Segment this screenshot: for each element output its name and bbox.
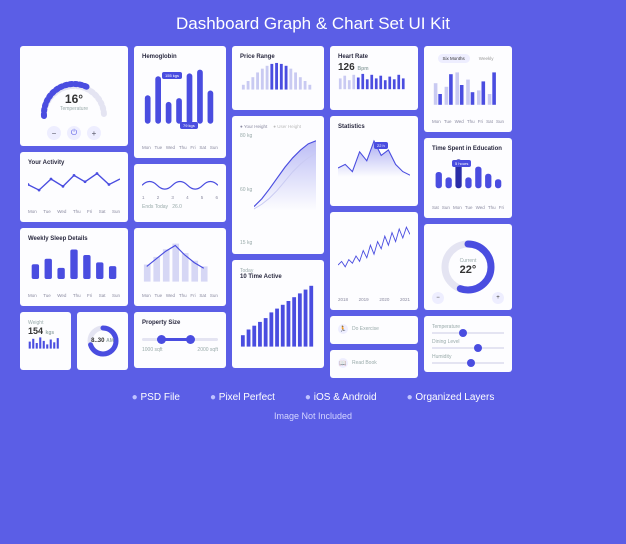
- sliders-card: Temperature Dining Level Humidity: [424, 316, 512, 372]
- heart-rate-card: Heart Rate 126 Bpm: [330, 46, 418, 110]
- price-title: Price Range: [240, 54, 316, 60]
- time-active-sub: 10 Time Active: [240, 274, 316, 280]
- heart-bars-icon: [338, 73, 410, 91]
- page-title: Dashboard Graph & Chart Set UI Kit: [176, 14, 450, 34]
- tab-weekly[interactable]: Weekly: [474, 54, 499, 63]
- task-a-card: 🏃Do Exercise: [330, 316, 418, 344]
- exercise-icon: 🏃: [338, 324, 348, 334]
- minus-icon[interactable]: −: [47, 126, 61, 140]
- education-card: Time Spent in Education 5 hours SatSunMo…: [424, 138, 512, 218]
- badge-high: 155 kgs: [162, 72, 182, 79]
- feature: Organized Layers: [407, 392, 495, 403]
- days-axis: MonTueWedThuFriSatSun: [142, 145, 218, 150]
- sleep-title: Weekly Sleep Details: [28, 236, 120, 242]
- plus-icon[interactable]: +: [87, 126, 101, 140]
- donut-small-card: 8..30 AM: [77, 312, 128, 370]
- book-icon: 📖: [338, 358, 348, 368]
- stats-peak: 22 h: [374, 142, 388, 149]
- activity-title: Your Activity: [28, 160, 120, 166]
- yearly-line-icon: [338, 220, 410, 274]
- minus-icon[interactable]: −: [432, 292, 444, 304]
- height-lines-icon: [254, 133, 316, 211]
- property-card: Property Size 1000 sqft2000 sqft: [134, 312, 226, 368]
- price-range-card: Price Range: [232, 46, 324, 110]
- activity-card: Your Activity MonTueWedThuFriSatSun: [20, 152, 128, 222]
- slider-handle[interactable]: [157, 335, 166, 344]
- donut-value: 8..30 AM: [91, 338, 114, 344]
- stats-title: Statistics: [338, 124, 410, 130]
- price-bars-icon: [240, 62, 316, 91]
- slider-handle[interactable]: [186, 335, 195, 344]
- tab-six-months[interactable]: Six Months: [438, 54, 470, 63]
- slider-handle[interactable]: [467, 359, 475, 367]
- days-axis: MonTueWedThuFriSatSun: [142, 293, 218, 298]
- years-axis: 2018201920202021: [338, 297, 410, 302]
- weight-card: Weight 154 kgs: [20, 312, 71, 370]
- stats-area-icon: [338, 132, 410, 177]
- gauge-label: Temperature: [60, 106, 88, 112]
- hemoglobin-title: Hemoglobin: [142, 54, 218, 60]
- footer-note: Image Not Included: [274, 411, 352, 421]
- education-badge: 5 hours: [452, 160, 471, 167]
- temperature-gauge-card: 16° Temperature − ⏻ +: [20, 46, 128, 146]
- time-active-card: Today 10 Time Active: [232, 260, 324, 368]
- badge-low: 79 kgs: [180, 122, 198, 129]
- power-icon[interactable]: ⏻: [67, 126, 81, 140]
- sleep-bars-icon: [28, 244, 120, 281]
- gauge-value: 16°: [65, 92, 83, 106]
- height-card: ● Your Height● User Height 80 kg 60 kg 1…: [232, 116, 324, 254]
- days-axis: MonTueWedThuFriSatSun: [432, 119, 504, 124]
- mini-wave-card: 123456 Ends Today 26.0: [134, 164, 226, 222]
- temp-donut-card: Current22° − +: [424, 224, 512, 310]
- days-axis: SatSunMonTueWedThuFri: [432, 205, 504, 210]
- sleep-card: Weekly Sleep Details MonTueWedThuFriSatS…: [20, 228, 128, 306]
- grouped-bars-icon: [432, 67, 504, 107]
- card-grid: 16° Temperature − ⏻ + Your Activity MonT…: [20, 46, 606, 378]
- slider-handle[interactable]: [459, 329, 467, 337]
- days-axis: MonTueWedThuFriSatSun: [28, 293, 120, 298]
- feature: PSD File: [132, 392, 180, 403]
- feature: Pixel Perfect: [210, 392, 275, 403]
- yearly-card: 2018201920202021: [330, 212, 418, 310]
- heart-title: Heart Rate: [338, 54, 410, 60]
- plus-icon[interactable]: +: [492, 292, 504, 304]
- time-active-bars-icon: [240, 282, 316, 349]
- education-title: Time Spent in Education: [432, 146, 504, 152]
- property-title: Property Size: [142, 320, 218, 326]
- hemoglobin-card: Hemoglobin 155 kgs 79 kgs MonTueWedThuFr…: [134, 46, 226, 158]
- days-axis: MonTueWedThuFriSatSun: [28, 209, 120, 214]
- task-b-card: 📖Read Book: [330, 350, 418, 378]
- activity-line-icon: [28, 168, 120, 196]
- mini-bars-card: MonTueWedThuFriSatSun: [134, 228, 226, 306]
- feature: iOS & Android: [305, 392, 377, 403]
- weight-bars-icon: [28, 336, 63, 350]
- mini-bars-icon: [142, 236, 218, 284]
- wave-icon: [142, 172, 218, 195]
- statistics-card: Statistics 22 h: [330, 116, 418, 206]
- features: PSD File Pixel Perfect iOS & Android Org…: [132, 392, 495, 403]
- tabs-card: Six Months Weekly MonTueWedThuFriSatSun: [424, 46, 512, 132]
- slider-handle[interactable]: [474, 344, 482, 352]
